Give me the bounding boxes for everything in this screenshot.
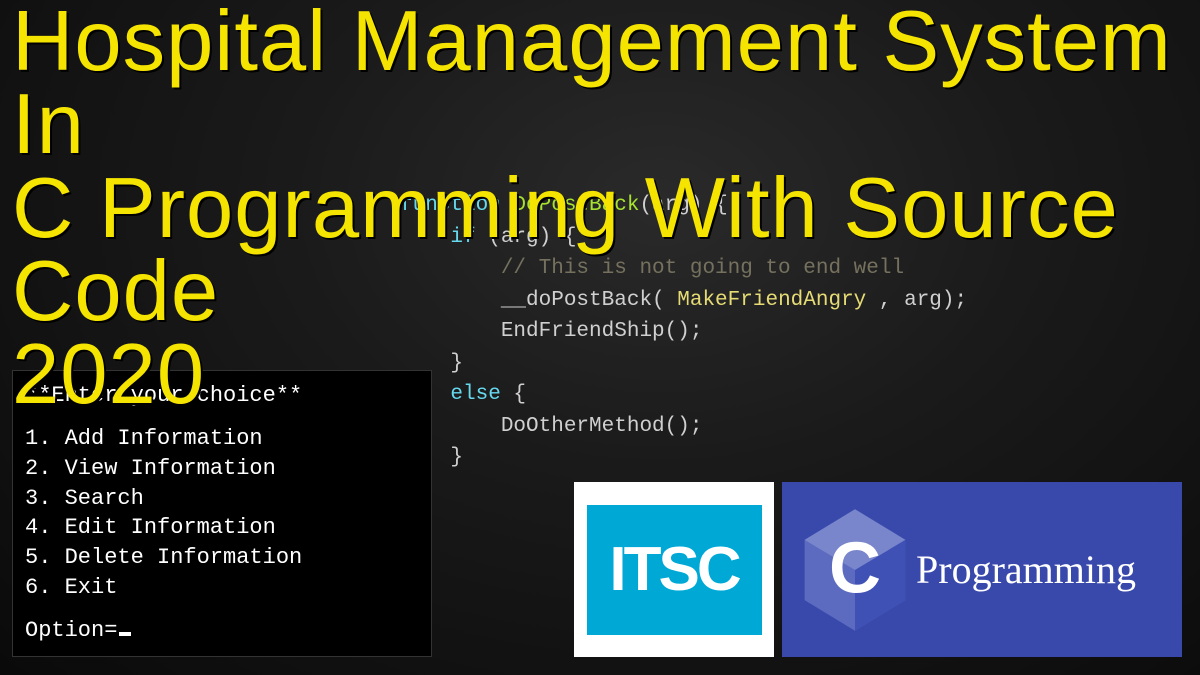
prompt-label: Option= <box>25 618 117 643</box>
logo-row: ITSC C Programming <box>574 482 1182 657</box>
headline-line-1: Hospital Management System In <box>12 0 1200 167</box>
menu-item-delete: 5. Delete Information <box>25 543 419 573</box>
hexagon-icon: C <box>800 507 910 633</box>
programming-label: Programming <box>916 546 1136 593</box>
menu-item-search: 3. Search <box>25 484 419 514</box>
c-programming-logo: C Programming <box>782 482 1182 657</box>
menu-item-exit: 6. Exit <box>25 573 419 603</box>
c-letter: C <box>829 527 881 609</box>
menu-item-add: 1. Add Information <box>25 424 419 454</box>
itsc-logo-text: ITSC <box>587 505 762 635</box>
menu-item-edit: 4. Edit Information <box>25 513 419 543</box>
code-text: DoOtherMethod(); <box>400 415 702 438</box>
itsc-logo: ITSC <box>574 482 774 657</box>
console-prompt: Option= <box>25 616 419 646</box>
menu-item-view: 2. View Information <box>25 454 419 484</box>
cursor-icon <box>119 632 131 636</box>
headline-line-2: C Programming With Source Code <box>12 167 1200 334</box>
headline-title: Hospital Management System In C Programm… <box>12 0 1200 416</box>
headline-line-3: 2020 <box>12 333 1200 416</box>
